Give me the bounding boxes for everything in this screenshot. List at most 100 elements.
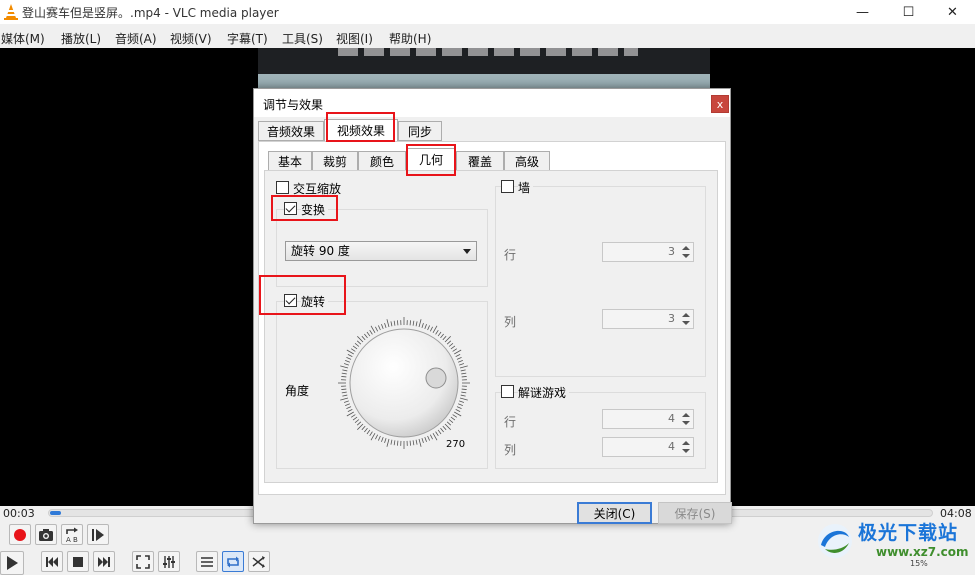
subtab-advanced[interactable]: 高级 [504, 151, 550, 171]
dial-tick [341, 389, 346, 390]
elapsed-time: 00:03 [3, 507, 35, 520]
dial-tick [428, 325, 430, 330]
puzzle-checkbox[interactable] [501, 385, 514, 398]
dial-tick [413, 440, 414, 445]
loop-button[interactable] [222, 551, 244, 572]
dial-tick [397, 320, 398, 325]
svg-text:B: B [73, 536, 78, 543]
dial-tick [447, 422, 451, 425]
dial-tick [345, 404, 350, 406]
volume-percent: 15% [910, 559, 928, 568]
dial-tick [367, 332, 370, 336]
rotate-checkbox[interactable] [284, 294, 297, 307]
chevron-down-icon [463, 249, 471, 254]
transform-select[interactable]: 旋转 90 度 [285, 241, 477, 261]
dial-tick [371, 433, 375, 440]
dial-tick [345, 360, 350, 362]
subtab-colors[interactable]: 颜色 [358, 151, 406, 171]
shuffle-button[interactable] [248, 551, 270, 572]
transform-checkbox[interactable] [284, 202, 297, 215]
next-button[interactable] [93, 551, 115, 572]
dial-tick [346, 357, 351, 359]
interactive-zoom-checkbox[interactable] [276, 181, 289, 194]
dial-tick [456, 409, 460, 411]
dial-tick [425, 437, 427, 442]
menu-video[interactable]: 视频(V) [170, 30, 212, 47]
play-button[interactable] [0, 551, 24, 575]
menu-help[interactable]: 帮助(H) [389, 30, 431, 47]
close-button[interactable]: ✕ [930, 0, 975, 24]
dialog-titlebar: 调节与效果 x [254, 89, 730, 117]
dial-tick [394, 321, 395, 326]
dial-tick [355, 343, 359, 346]
wall-cols-spinbox[interactable]: 3 [602, 309, 694, 329]
extended-settings-button[interactable] [158, 551, 180, 572]
dial-handle[interactable] [426, 368, 446, 388]
dial-tick [451, 346, 455, 349]
frame-step-button[interactable] [87, 524, 109, 545]
dial-tick [375, 327, 377, 331]
spin-up-icon[interactable] [681, 244, 691, 252]
dial-tick [425, 324, 427, 329]
dial-tick [445, 336, 451, 342]
dial-tick [347, 412, 354, 416]
menu-view[interactable]: 视图(I) [336, 30, 373, 47]
close-dialog-button[interactable]: 关闭(C) [577, 502, 652, 524]
tab-video-effects[interactable]: 视频效果 [324, 119, 398, 142]
dial-tick [340, 398, 348, 400]
save-button[interactable]: 保存(S) [658, 502, 732, 524]
minimize-button[interactable]: — [840, 0, 885, 24]
snapshot-icon [38, 528, 54, 542]
puzzle-rows-spinbox[interactable]: 4 [602, 409, 694, 429]
angle-dial[interactable] [338, 317, 470, 449]
puzzle-cols-spinbox[interactable]: 4 [602, 437, 694, 457]
dial-tick [416, 440, 417, 445]
dial-tick [348, 409, 352, 411]
subtab-basic[interactable]: 基本 [268, 151, 312, 171]
window-title: 登山赛车但是竖屏。.mp4 - VLC media player [22, 4, 279, 21]
transform-label: 变换 [301, 201, 328, 218]
snapshot-button[interactable] [35, 524, 57, 545]
dialog-close-button[interactable]: x [711, 95, 729, 113]
menu-media[interactable]: 媒体(M) [1, 30, 45, 47]
dial-tick [419, 439, 421, 447]
stop-button[interactable] [67, 551, 89, 572]
fullscreen-button[interactable] [132, 551, 154, 572]
puzzle-group [495, 392, 706, 469]
menu-tools[interactable]: 工具(S) [282, 30, 323, 47]
menu-subtitle[interactable]: 字幕(T) [227, 30, 268, 47]
tab-sync[interactable]: 同步 [398, 121, 442, 141]
puzzle-label: 解谜游戏 [518, 384, 569, 401]
spin-down-icon[interactable] [681, 448, 691, 456]
dial-tick [451, 417, 455, 420]
dial-tick [375, 435, 377, 439]
menu-audio[interactable]: 音频(A) [115, 30, 157, 47]
spin-down-icon[interactable] [681, 320, 691, 328]
dial-tick [428, 436, 430, 441]
menu-playback[interactable]: 播放(L) [61, 30, 101, 47]
playlist-button[interactable] [196, 551, 218, 572]
spin-up-icon[interactable] [681, 311, 691, 319]
spin-up-icon[interactable] [681, 439, 691, 447]
puzzle-cols-label: 列 [504, 441, 516, 458]
spin-down-icon[interactable] [681, 420, 691, 428]
dial-tick [457, 407, 462, 409]
frame-step-icon [91, 528, 105, 542]
subtab-overlay[interactable]: 覆盖 [456, 151, 504, 171]
wall-checkbox[interactable] [501, 180, 514, 193]
dial-tick [342, 373, 347, 374]
spin-up-icon[interactable] [681, 411, 691, 419]
subtab-geometry[interactable]: 几何 [406, 148, 456, 171]
ab-loop-button[interactable]: AB [61, 524, 83, 545]
dial-tick [391, 440, 392, 445]
record-button[interactable] [9, 524, 31, 545]
subtab-crop[interactable]: 裁剪 [312, 151, 358, 171]
spin-down-icon[interactable] [681, 253, 691, 261]
tab-audio-effects[interactable]: 音频效果 [258, 121, 324, 141]
maximize-button[interactable]: ☐ [886, 0, 931, 24]
previous-button[interactable] [41, 551, 63, 572]
svg-text:A: A [66, 536, 71, 543]
wall-rows-spinbox[interactable]: 3 [602, 242, 694, 262]
dial-tick [346, 407, 351, 409]
dial-tick [357, 341, 361, 344]
